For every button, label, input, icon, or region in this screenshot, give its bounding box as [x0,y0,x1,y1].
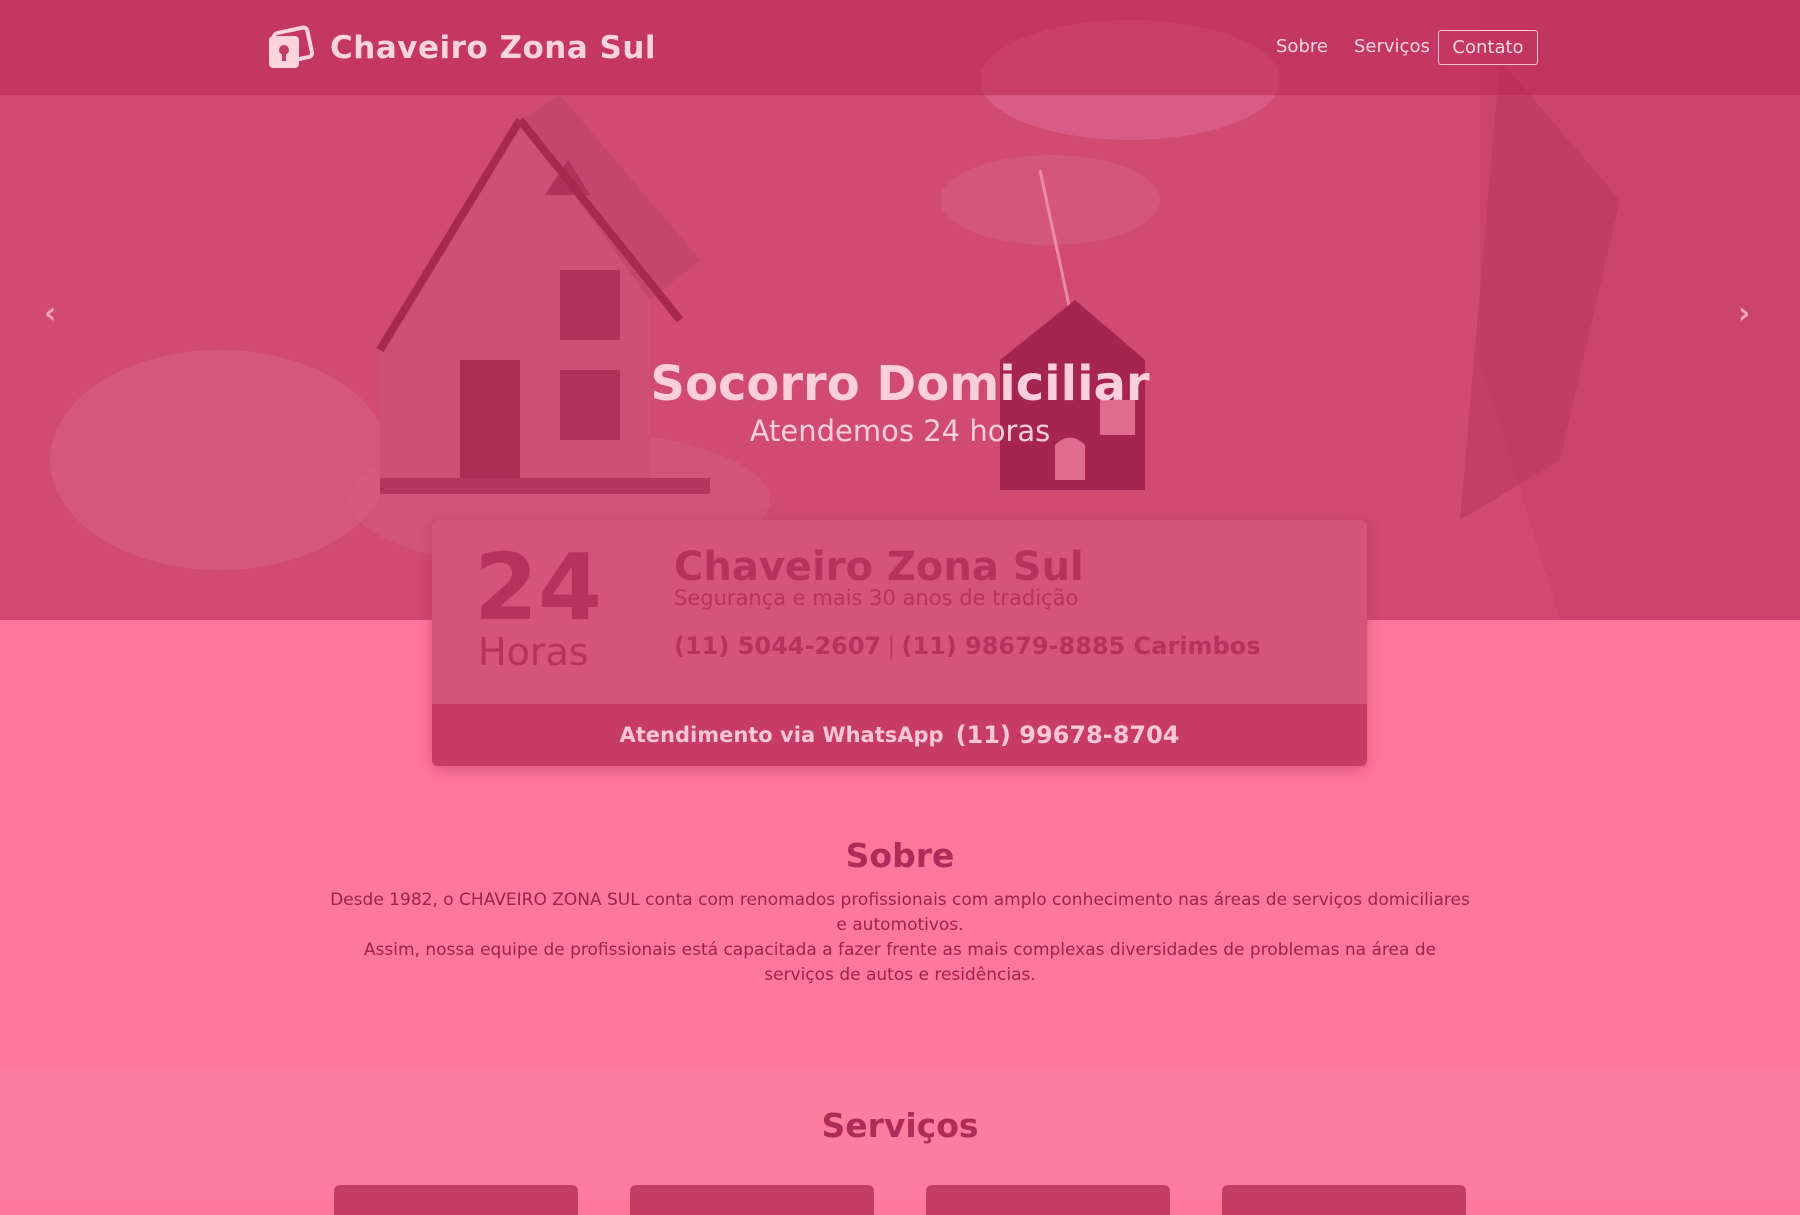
services-title: Serviços [821,1106,979,1145]
whatsapp-bar[interactable]: Atendimento via WhatsApp (11) 99678-8704 [432,704,1367,766]
card-header: 24 Horas Chaveiro Zona Sul Segurança e m… [432,520,1367,704]
hero-subtitle: Atendemos 24 horas [749,414,1051,448]
whatsapp-label: Atendimento via WhatsApp [619,723,944,747]
about-paragraph-1: Desde 1982, o CHAVEIRO ZONA SUL conta co… [330,890,1470,935]
nav-item-sobre[interactable]: Sobre [1276,36,1328,57]
top-navigation-bar: Chaveiro Zona Sul Sobre Serviços Contato [0,0,1800,95]
phone-link-1[interactable]: (11) 5044-2607 [674,632,881,660]
nav-item-servicos[interactable]: Serviços [1354,36,1430,57]
lock-box-icon [269,25,315,68]
service-card[interactable] [926,1185,1170,1215]
phone-separator: | [887,632,896,660]
about-paragraph-2: Assim, nossa equipe de profissionais est… [363,940,1437,985]
about-title: Sobre [845,836,955,875]
nav-contact-button[interactable]: Contato [1438,30,1538,65]
phone-link-2[interactable]: (11) 98679-8885 Carimbos [901,632,1260,660]
hero-title: Socorro Domiciliar [650,356,1150,412]
service-card[interactable] [1222,1185,1466,1215]
phone-numbers: (11) 5044-2607 | (11) 98679-8885 Carimbos [674,632,1260,660]
card-subtitle: Segurança e mais 30 anos de tradição [674,586,1079,610]
chevron-right-icon[interactable]: › [1738,296,1750,331]
about-text: Desde 1982, o CHAVEIRO ZONA SUL conta co… [330,888,1470,988]
card-title: Chaveiro Zona Sul [674,544,1084,590]
service-card[interactable] [334,1185,578,1215]
hours-number: 24 [474,534,603,641]
service-card[interactable] [630,1185,874,1215]
contact-info-card: 24 Horas Chaveiro Zona Sul Segurança e m… [432,520,1367,766]
chevron-left-icon[interactable]: ‹ [44,296,56,331]
brand-name: Chaveiro Zona Sul [330,30,657,66]
hours-label: Horas [478,630,589,674]
brand-logo[interactable]: Chaveiro Zona Sul [266,22,656,74]
whatsapp-number[interactable]: (11) 99678-8704 [956,721,1180,749]
